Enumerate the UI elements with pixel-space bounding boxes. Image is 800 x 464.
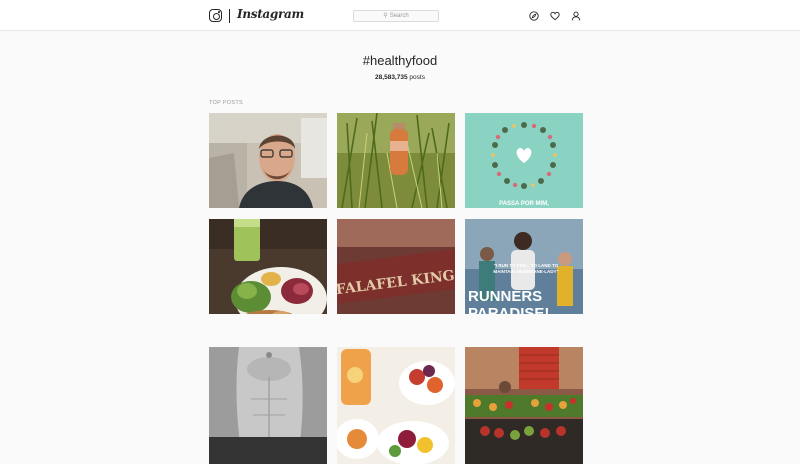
post-headline-line1: RUNNERS bbox=[468, 288, 542, 305]
post-count: 28,583,735 posts bbox=[0, 74, 800, 81]
post-image-runners-paradise: "I RUN TO FEEL, TO LAND TO MAINTAIN MEMB… bbox=[465, 219, 583, 314]
top-posts-label: TOP POSTS bbox=[209, 100, 243, 106]
post-quote-line1: "I RUN TO FEEL, TO LAND TO bbox=[494, 263, 559, 268]
compass-icon[interactable] bbox=[529, 11, 539, 21]
post-tile[interactable] bbox=[209, 347, 327, 464]
search-input[interactable]: ⚲ Search bbox=[353, 10, 439, 22]
post-image-bottle-grass bbox=[337, 113, 455, 208]
heart-icon[interactable] bbox=[550, 11, 560, 21]
post-tile[interactable]: PASSA POR MIM, bbox=[465, 113, 583, 208]
post-image-falafel-king: FALAFEL KING bbox=[337, 219, 455, 314]
post-tile[interactable] bbox=[337, 347, 455, 464]
post-caption: PASSA POR MIM, bbox=[499, 201, 549, 207]
search-placeholder: Search bbox=[389, 13, 409, 19]
post-count-number: 28,583,735 bbox=[375, 74, 408, 81]
post-image-man-selfie bbox=[209, 113, 327, 208]
post-image-salad-plate bbox=[209, 219, 327, 314]
post-tile[interactable] bbox=[209, 219, 327, 314]
post-headline-line2: PARADISE! bbox=[468, 305, 549, 314]
instagram-glyph-icon[interactable] bbox=[209, 9, 222, 22]
post-image-flower-wreath: PASSA POR MIM, bbox=[465, 113, 583, 208]
person-icon[interactable] bbox=[571, 11, 581, 21]
post-count-suffix: posts bbox=[409, 74, 425, 81]
top-navigation-bar: Instagram ⚲ Search bbox=[0, 0, 800, 31]
post-quote-line2: MAINTAIN MEMBRANE-LADY" bbox=[493, 269, 558, 274]
instagram-wordmark-logo[interactable]: Instagram bbox=[237, 7, 304, 21]
post-tile[interactable] bbox=[209, 113, 327, 208]
post-image-fruit-market bbox=[465, 347, 583, 464]
post-image-abs-torso bbox=[209, 347, 327, 464]
logo-divider bbox=[229, 9, 230, 23]
search-icon: ⚲ bbox=[383, 13, 388, 19]
post-tile[interactable] bbox=[337, 113, 455, 208]
post-tile[interactable] bbox=[465, 347, 583, 464]
hashtag-title: #healthyfood bbox=[362, 53, 438, 68]
post-tile[interactable]: "I RUN TO FEEL, TO LAND TO MAINTAIN MEMB… bbox=[465, 219, 583, 314]
post-image-fruit-bowls bbox=[337, 347, 455, 464]
post-tile[interactable]: FALAFEL KING bbox=[337, 219, 455, 314]
